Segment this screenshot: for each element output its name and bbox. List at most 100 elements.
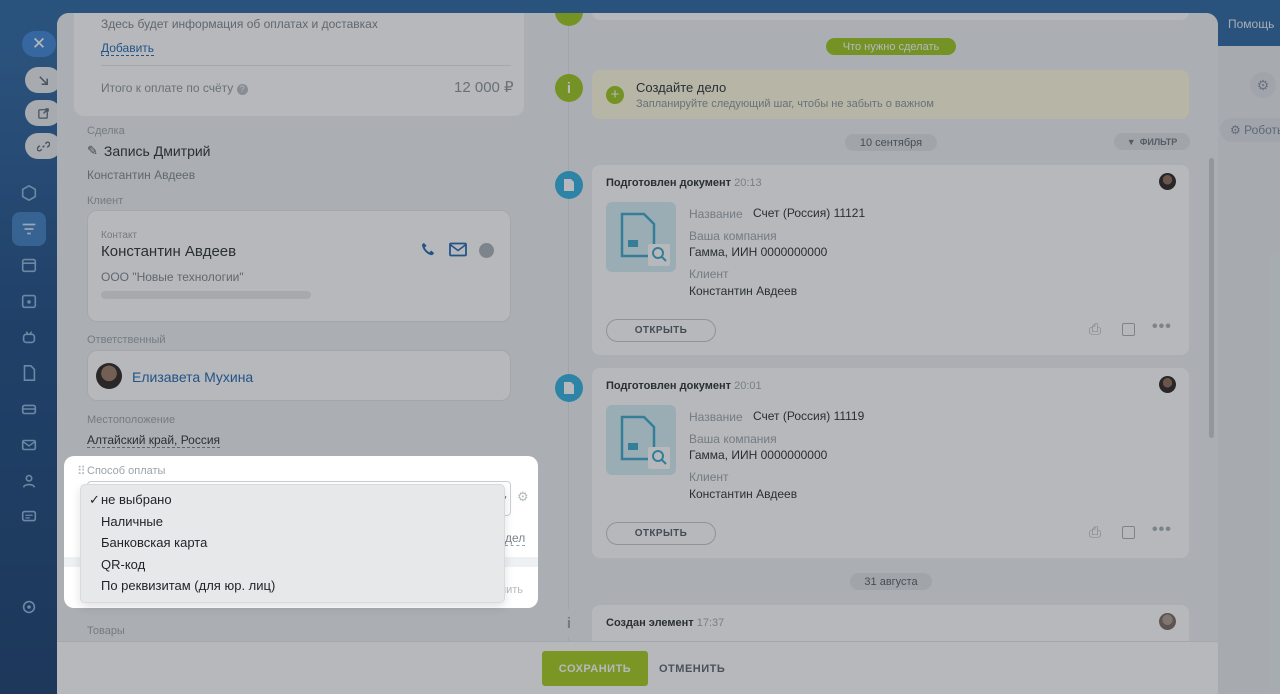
timeline-top-card [592, 13, 1189, 20]
author-avatar [1159, 173, 1176, 190]
info-icon: i [555, 609, 583, 637]
doc-client: Константин Авдеев [689, 284, 798, 298]
save-button[interactable]: СОХРАНИТЬ [542, 651, 648, 686]
deal-edit-icon: ✎ [87, 143, 98, 158]
total-value: 12 000 ₽ [454, 79, 514, 96]
menu-settings-icon[interactable] [12, 590, 46, 624]
more-icon[interactable]: ••• [1152, 521, 1172, 539]
section-link-partial[interactable]: дел [505, 531, 526, 546]
document-preview-icon[interactable] [606, 202, 676, 272]
option-qr-code[interactable]: QR-код [81, 554, 504, 576]
author-avatar [1159, 613, 1176, 630]
menu-crm-filter-icon[interactable] [12, 212, 46, 246]
copy-link-button[interactable] [25, 133, 61, 159]
mail-icon[interactable] [449, 242, 467, 257]
add-task-icon[interactable]: + [606, 86, 624, 104]
document-card-1: Подготовлен документ 20:13 Название Счет… [592, 165, 1189, 355]
note-icon[interactable] [1122, 323, 1135, 336]
client-label: Клиент [87, 195, 124, 207]
cancel-button[interactable]: ОТМЕНИТЬ [659, 651, 725, 686]
payment-method-label: Способ оплаты [87, 465, 166, 477]
doc-name[interactable]: Счет (Россия) 11121 [753, 206, 865, 220]
doc-company-label: Ваша компания [689, 432, 777, 446]
create-task-card[interactable]: + Создайте дело Запланируйте следующий ш… [592, 70, 1189, 119]
close-icon: ✕ [31, 34, 47, 53]
deal-label: Сделка [87, 125, 125, 137]
option-not-selected[interactable]: не выбрано [81, 489, 504, 511]
responsible-card: Елизавета Мухина [87, 350, 511, 401]
option-bank-card[interactable]: Банковская карта [81, 532, 504, 554]
more-icon[interactable]: ••• [1152, 318, 1172, 336]
doc-client-label: Клиент [689, 267, 729, 281]
option-cash[interactable]: Наличные [81, 511, 504, 533]
responsible-name[interactable]: Елизавета Мухина [132, 369, 253, 385]
portal-right-area [1218, 46, 1280, 694]
location-value[interactable]: Алтайский край, Россия [87, 433, 221, 448]
external-link-icon [37, 107, 49, 119]
payment-method-dropdown: не выбрано Наличные Банковская карта QR-… [80, 484, 505, 603]
menu-robot-icon[interactable] [12, 320, 46, 354]
doc-company: Гамма, ИИН 0000000000 [689, 245, 828, 259]
help-link[interactable]: Помощь [1228, 17, 1274, 31]
minimize-slider-button[interactable] [25, 67, 61, 93]
timeline-top-icon [555, 13, 583, 26]
goods-label: Товары [87, 625, 125, 637]
contact-name[interactable]: Константин Авдеев [101, 243, 236, 260]
menu-drive-icon[interactable] [12, 392, 46, 426]
gear-icon[interactable]: ⚙ [1250, 72, 1276, 98]
robots-button[interactable]: ⚙ Роботы [1220, 118, 1280, 142]
menu-calendar-icon[interactable] [12, 248, 46, 282]
doc-client: Константин Авдеев [689, 487, 798, 501]
document-icon [555, 171, 583, 199]
client-card: Контакт Константин Авдеев ООО "Новые тех… [87, 210, 511, 322]
menu-chat-icon[interactable] [12, 500, 46, 534]
blurred-contact-info [101, 291, 311, 299]
doc-company: Гамма, ИИН 0000000000 [689, 448, 828, 462]
note-icon[interactable] [1122, 526, 1135, 539]
print-icon[interactable]: ⎙ [1089, 321, 1101, 338]
phone-icon[interactable] [420, 241, 437, 258]
doc-client-label: Клиент [689, 470, 729, 484]
todo-pill: Что нужно сделать [826, 38, 956, 55]
create-task-title[interactable]: Создайте дело [636, 80, 726, 95]
menu-mail-icon[interactable] [12, 428, 46, 462]
open-new-window-button[interactable] [25, 100, 61, 126]
menu-hexagon-icon[interactable] [12, 176, 46, 210]
form-footer: СОХРАНИТЬ ОТМЕНИТЬ [57, 641, 1218, 694]
link-icon [36, 141, 50, 151]
timeline-line [568, 13, 569, 694]
print-icon[interactable]: ⎙ [1089, 524, 1101, 541]
contact-company[interactable]: ООО "Новые технологии" [101, 270, 244, 284]
add-payment-link[interactable]: Добавить [101, 41, 155, 56]
arrow-down-right-icon [38, 75, 48, 85]
filter-button[interactable]: ▼ ФИЛЬТР [1114, 133, 1190, 150]
date-pill-1: 10 сентября [845, 134, 937, 151]
open-document-button[interactable]: ОТКРЫТЬ [606, 319, 716, 342]
deal-value[interactable]: ✎ Запись Дмитрий [87, 143, 211, 159]
document-icon [555, 374, 583, 402]
author-avatar [1159, 376, 1176, 393]
menu-document-icon[interactable] [12, 356, 46, 390]
create-task-subtitle: Запланируйте следующий шаг, чтобы не заб… [636, 98, 934, 110]
timeline-scrollbar[interactable] [1209, 158, 1214, 438]
drag-handle-icon[interactable]: ⠿ [77, 464, 86, 478]
timeline-column: Что нужно сделать i + Создайте дело Запл… [537, 13, 1218, 694]
payments-card: Здесь будет информация об оплатах и дост… [74, 13, 524, 116]
doc-name[interactable]: Счет (Россия) 11119 [753, 409, 864, 423]
divider [101, 65, 511, 66]
chat-icon[interactable] [479, 243, 494, 258]
question-icon[interactable]: ? [236, 84, 248, 95]
doc-name-label: Название [689, 207, 743, 221]
field-settings-gear-icon[interactable]: ⚙ [517, 489, 529, 505]
menu-contacts-icon[interactable] [12, 464, 46, 498]
menu-schedule-icon[interactable] [12, 284, 46, 318]
total-label: Итого к оплате по счёту ? [101, 81, 248, 95]
document-preview-icon[interactable] [606, 405, 676, 475]
location-label: Местоположение [87, 414, 176, 426]
responsible-label: Ответственный [87, 334, 166, 346]
open-document-button[interactable]: ОТКРЫТЬ [606, 522, 716, 545]
info-icon: i [555, 74, 583, 102]
contact-label: Контакт [101, 230, 138, 241]
option-bank-details[interactable]: По реквизитам (для юр. лиц) [81, 575, 504, 597]
close-slider-button[interactable]: ✕ [22, 31, 56, 57]
